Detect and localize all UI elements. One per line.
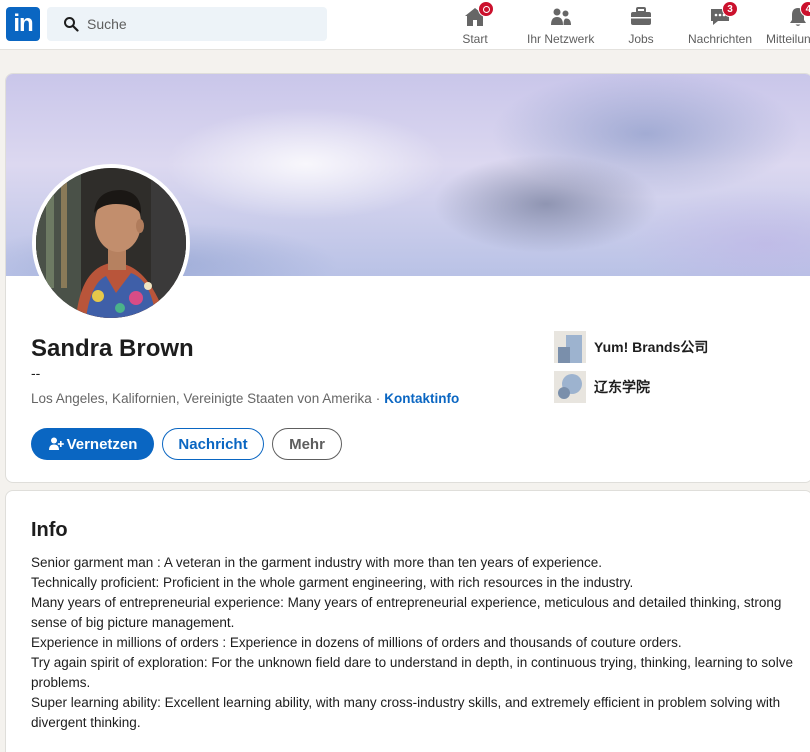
about-line: Many years of entrepreneurial experience… (31, 595, 782, 630)
top-nav: in Suche Start Ihr Netzwerk Jobs 3 Nachr… (0, 0, 810, 50)
about-card: Info Senior garment man : A veteran in t… (5, 490, 810, 752)
nav-item-network[interactable]: Ihr Netzwerk (527, 4, 594, 48)
school-logo-icon (554, 371, 586, 403)
nav-item-label: Start (462, 32, 488, 46)
nav-item-messaging[interactable]: 3 Nachrichten (688, 1, 753, 48)
message-count-badge: 3 (722, 1, 739, 17)
school-name: 辽东学院 (594, 379, 650, 395)
current-company[interactable]: Yum! Brands公司 (554, 331, 708, 363)
education-school[interactable]: 辽东学院 (554, 371, 650, 403)
profile-name: Sandra Brown (31, 335, 194, 362)
search-input[interactable]: Suche (87, 16, 127, 32)
profile-location-line: Los Angeles, Kalifornien, Vereinigte Sta… (31, 391, 459, 406)
profile-card: Sandra Brown -- Los Angeles, Kalifornien… (5, 73, 810, 483)
notification-dot (478, 1, 494, 17)
briefcase-icon (631, 7, 651, 25)
linkedin-logo[interactable]: in (6, 7, 40, 41)
network-icon (550, 8, 571, 25)
add-person-icon (48, 437, 64, 450)
about-line: Technically proficient: Proficient in th… (31, 575, 634, 590)
profile-headline: -- (31, 365, 41, 381)
more-button[interactable]: Mehr (272, 428, 342, 460)
nav-item-label: Nachrichten (688, 32, 753, 46)
about-text: Senior garment man : A veteran in the ga… (31, 553, 796, 733)
about-line: Experience in millions of orders : Exper… (31, 635, 682, 650)
company-name: Yum! Brands公司 (594, 339, 709, 355)
separator: · (375, 391, 381, 406)
nav-item-label: Mitteilungen (766, 32, 810, 46)
notification-count-badge: 4 (800, 1, 810, 17)
about-line: Try again spirit of exploration: For the… (31, 655, 793, 690)
nav-item-jobs[interactable]: Jobs (628, 4, 654, 48)
company-logo-icon (554, 331, 586, 363)
about-title: Info (31, 519, 68, 541)
nav-item-notifications[interactable]: 4 Mitteilungen (766, 1, 810, 48)
avatar[interactable] (32, 164, 190, 322)
search-box[interactable]: Suche (47, 7, 327, 41)
nav-item-home[interactable]: Start (462, 1, 494, 48)
about-line: Super learning ability: Excellent learni… (31, 695, 781, 730)
nav-item-label: Jobs (628, 32, 654, 46)
connect-button[interactable]: Vernetzen (31, 428, 154, 460)
profile-photo (36, 168, 186, 318)
about-line: Senior garment man : A veteran in the ga… (31, 555, 603, 570)
connect-button-label: Vernetzen (66, 435, 138, 453)
message-button[interactable]: Nachricht (162, 428, 264, 460)
profile-location: Los Angeles, Kalifornien, Vereinigte Sta… (31, 391, 372, 406)
contact-info-link[interactable]: Kontaktinfo (384, 391, 459, 406)
search-icon (64, 17, 79, 32)
nav-item-label: Ihr Netzwerk (527, 32, 595, 46)
